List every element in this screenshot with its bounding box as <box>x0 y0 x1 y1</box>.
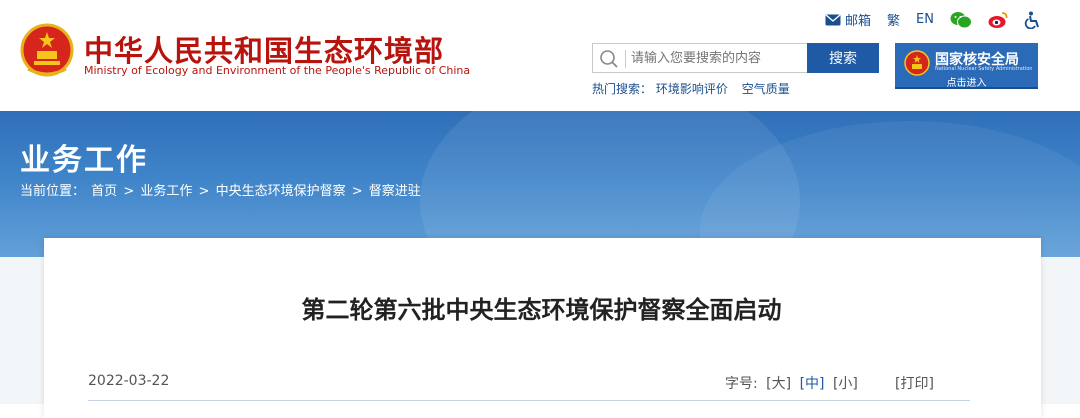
nnsa-banner-link[interactable]: 国家核安全局 National Nuclear Safety Administr… <box>895 43 1038 89</box>
national-emblem-icon <box>20 23 74 77</box>
breadcrumb-separator: > <box>123 184 135 199</box>
breadcrumb-label: 当前位置： <box>20 184 86 199</box>
article-card: 第二轮第六批中央生态环境保护督察全面启动 2022-03-22 字号: [大] … <box>44 238 1041 418</box>
font-size-controls: 字号: [大] [中] [小] <box>725 373 862 393</box>
font-size-large-button[interactable]: [大] <box>766 376 791 392</box>
search-divider <box>625 50 626 68</box>
section-title: 业务工作 <box>20 143 148 178</box>
mail-label: 邮箱 <box>845 14 872 29</box>
breadcrumb-item-home[interactable]: 首页 <box>91 184 117 199</box>
breadcrumb-separator: > <box>351 184 363 199</box>
accessibility-icon[interactable] <box>1024 11 1040 29</box>
breadcrumb-separator: > <box>198 184 210 199</box>
search-button[interactable]: 搜索 <box>807 43 879 73</box>
site-subtitle: Ministry of Ecology and Environment of t… <box>84 64 471 77</box>
mail-icon <box>825 13 841 25</box>
traditional-chinese-link[interactable]: 繁 <box>887 10 900 29</box>
top-links: 邮箱 繁 EN <box>825 10 1040 29</box>
search-icon <box>600 50 618 68</box>
breadcrumb-item-current[interactable]: 督察进驻 <box>369 184 421 199</box>
search-input[interactable] <box>631 48 801 68</box>
wechat-icon[interactable] <box>950 11 972 29</box>
font-size-medium-button[interactable]: [中] <box>800 376 825 392</box>
national-emblem-icon <box>904 50 930 76</box>
hot-searches: 热门搜索： 环境影响评价 空气质量 <box>592 80 800 97</box>
search-box <box>592 43 808 73</box>
font-size-small-button[interactable]: [小] <box>833 376 858 392</box>
hot-search-item[interactable]: 空气质量 <box>742 82 790 96</box>
font-size-label: 字号: <box>725 376 758 392</box>
print-button[interactable]: [打印] <box>895 373 934 393</box>
breadcrumb-item-business[interactable]: 业务工作 <box>140 184 192 199</box>
site-header: 中华人民共和国生态环境部 Ministry of Ecology and Env… <box>0 0 1080 111</box>
hot-search-item[interactable]: 环境影响评价 <box>656 82 728 96</box>
weibo-icon[interactable] <box>988 11 1008 29</box>
nnsa-enter-label: 点击进入 <box>946 78 987 89</box>
article-date: 2022-03-22 <box>88 373 170 389</box>
hot-search-label: 热门搜索： <box>592 82 653 96</box>
breadcrumb: 当前位置： 首页 > 业务工作 > 中央生态环境保护督察 > 督察进驻 <box>20 180 423 199</box>
divider <box>88 400 970 401</box>
nnsa-english-name: National Nuclear Safety Administration <box>935 66 1033 72</box>
english-link[interactable]: EN <box>916 12 934 27</box>
section-banner: 业务工作 当前位置： 首页 > 业务工作 > 中央生态环境保护督察 > 督察进驻 <box>0 111 1080 257</box>
article-title: 第二轮第六批中央生态环境保护督察全面启动 <box>301 296 782 324</box>
breadcrumb-item-inspection[interactable]: 中央生态环境保护督察 <box>216 184 346 199</box>
mail-link[interactable]: 邮箱 <box>825 10 871 29</box>
